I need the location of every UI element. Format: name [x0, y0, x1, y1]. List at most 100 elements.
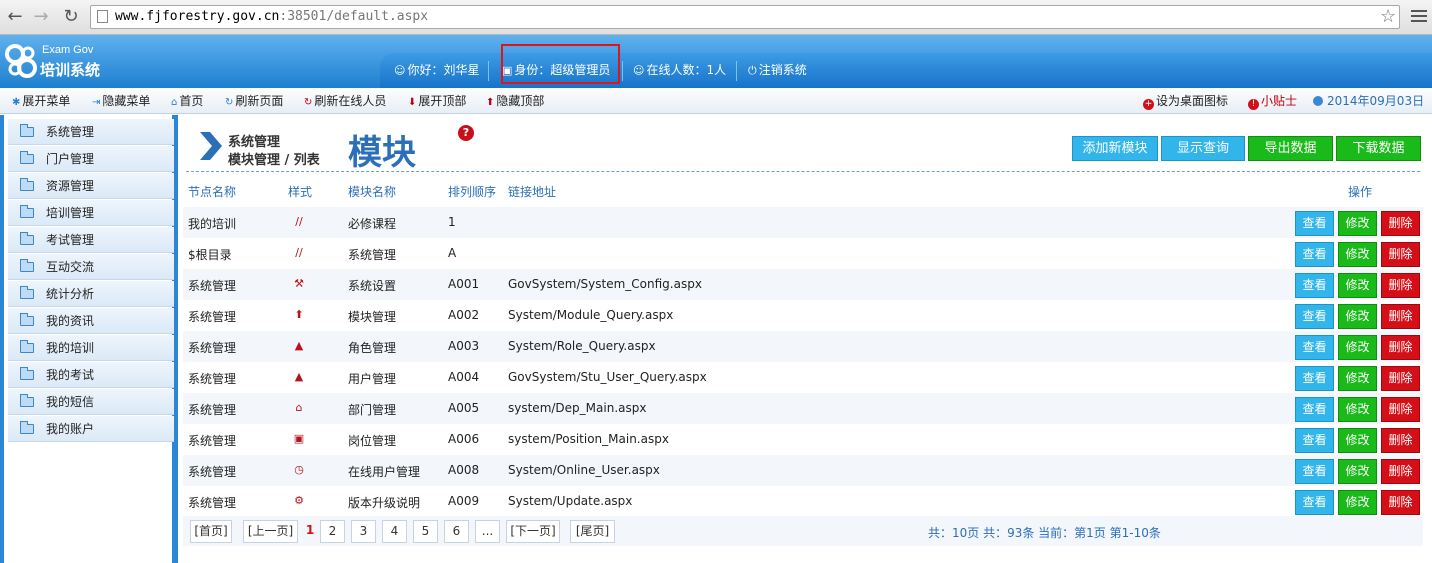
delete-button[interactable]: 删除: [1381, 242, 1420, 267]
delete-button[interactable]: 删除: [1381, 273, 1420, 298]
page-number-current[interactable]: 1: [303, 520, 317, 543]
hide-menu-button[interactable]: ⇥ 隐藏菜单: [92, 88, 150, 114]
browser-chrome: ← → ↻ www.fjforestry.gov.cn:38501/defaul…: [0, 0, 1432, 35]
view-button[interactable]: 查看: [1295, 397, 1334, 422]
cell-node: 系统管理: [188, 372, 237, 386]
sidebar-item-label: 考试管理: [46, 233, 95, 247]
delete-button[interactable]: 删除: [1381, 335, 1420, 360]
hide-menu-label: 隐藏菜单: [102, 94, 151, 108]
view-button[interactable]: 查看: [1295, 304, 1334, 329]
date-display: 2014年09月03日: [1313, 88, 1424, 114]
page-number[interactable]: 6: [444, 520, 469, 543]
toolbar: ✱ 展开菜单 ⇥ 隐藏菜单 ⌂ 首页 ↻ 刷新页面 ↻ 刷新在线人员 ⬇ 展开顶部 ⬆ 隐藏顶…: [0, 88, 1432, 114]
sidebar-item-label: 统计分析: [46, 287, 95, 301]
page-number[interactable]: 5: [413, 520, 438, 543]
show-query-button[interactable]: 显示查询: [1161, 136, 1245, 161]
cell-link: system/Position_Main.aspx: [508, 432, 669, 446]
delete-button[interactable]: 删除: [1381, 366, 1420, 391]
divider: [186, 171, 1420, 172]
view-button[interactable]: 查看: [1295, 211, 1334, 236]
refresh-online-button[interactable]: ↻ 刷新在线人员: [304, 88, 386, 114]
delete-button[interactable]: 删除: [1381, 397, 1420, 422]
folder-icon: [20, 421, 34, 434]
sidebar-item-label: 培训管理: [46, 206, 95, 220]
sidebar-item-portal[interactable]: 门户管理: [8, 146, 174, 172]
export-data-button[interactable]: 导出数据: [1248, 136, 1333, 161]
hide-top-button[interactable]: ⬆ 隐藏顶部: [486, 88, 544, 114]
back-arrow-icon[interactable]: ←: [4, 6, 26, 28]
view-button[interactable]: 查看: [1295, 428, 1334, 453]
expand-menu-button[interactable]: ✱ 展开菜单: [12, 88, 70, 114]
divider: [736, 61, 737, 81]
table-row: 系统管理 ⌂ 部门管理 A005 system/Dep_Main.aspx 查看 修改 删除: [183, 393, 1423, 424]
edit-button[interactable]: 修改: [1338, 242, 1377, 267]
view-button[interactable]: 查看: [1295, 459, 1334, 484]
edit-button[interactable]: 修改: [1338, 490, 1377, 515]
refresh-page-button[interactable]: ↻ 刷新页面: [225, 88, 283, 114]
sidebar-item-training[interactable]: 培训管理: [8, 200, 174, 226]
edit-button[interactable]: 修改: [1338, 335, 1377, 360]
view-button[interactable]: 查看: [1295, 490, 1334, 515]
sidebar-item-my-training[interactable]: 我的培训: [8, 335, 174, 361]
address-bar[interactable]: www.fjforestry.gov.cn:38501/default.aspx: [90, 5, 1400, 29]
sidebar-item-my-sms[interactable]: 我的短信: [8, 389, 174, 415]
slash-icon: ∕∕: [295, 246, 303, 259]
sidebar-item-interaction[interactable]: 互动交流: [8, 254, 174, 280]
delete-button[interactable]: 删除: [1381, 459, 1420, 484]
expand-top-button[interactable]: ⬇ 展开顶部: [408, 88, 466, 114]
table-row: 系统管理 ▲ 用户管理 A004 GovSystem/Stu_User_Query.as…: [183, 362, 1423, 393]
delete-button[interactable]: 删除: [1381, 490, 1420, 515]
browser-menu-icon[interactable]: [1411, 10, 1427, 24]
last-page-button[interactable]: [尾页]: [570, 520, 615, 543]
table-row: 系统管理 ⚙ 版本升级说明 A009 System/Update.aspx 查看 修改 删除: [183, 486, 1423, 517]
cell-module: 必修课程: [348, 217, 397, 231]
sidebar-item-my-account[interactable]: 我的账户: [8, 416, 174, 442]
sidebar-item-my-news[interactable]: 我的资讯: [8, 308, 174, 334]
sidebar-item-label: 我的资讯: [46, 314, 95, 328]
help-icon[interactable]: ?: [458, 125, 474, 141]
view-button[interactable]: 查看: [1295, 366, 1334, 391]
set-desktop-icon-button[interactable]: + 设为桌面图标: [1143, 88, 1228, 114]
delete-button[interactable]: 删除: [1381, 304, 1420, 329]
tips-link[interactable]: ! 小贴士: [1248, 88, 1297, 114]
download-data-button[interactable]: 下载数据: [1336, 136, 1421, 161]
bookmark-star-icon[interactable]: ☆: [1380, 6, 1396, 28]
reload-icon[interactable]: ↻: [60, 6, 82, 28]
edit-button[interactable]: 修改: [1338, 304, 1377, 329]
page-number[interactable]: 2: [320, 520, 345, 543]
forward-arrow-icon[interactable]: →: [30, 6, 52, 28]
prev-page-button[interactable]: [上一页]: [243, 520, 298, 543]
home-button[interactable]: ⌂ 首页: [171, 88, 203, 114]
add-module-button[interactable]: 添加新模块: [1072, 136, 1158, 161]
cell-node: 我的培训: [188, 217, 237, 231]
sidebar-item-resources[interactable]: 资源管理: [8, 173, 174, 199]
page-number[interactable]: 3: [351, 520, 376, 543]
table-row: 系统管理 ▲ 角色管理 A003 System/Role_Query.aspx 查看 修改删…: [183, 331, 1423, 362]
delete-button[interactable]: 删除: [1381, 428, 1420, 453]
logout-link[interactable]: ⏻ 注销系统: [748, 53, 807, 88]
folder-icon: [20, 124, 34, 137]
sidebar-item-my-exams[interactable]: 我的考试: [8, 362, 174, 388]
page-number[interactable]: 4: [382, 520, 407, 543]
sidebar-item-system[interactable]: 系统管理: [8, 119, 174, 145]
edit-button[interactable]: 修改: [1338, 366, 1377, 391]
edit-button[interactable]: 修改: [1338, 428, 1377, 453]
delete-button[interactable]: 删除: [1381, 211, 1420, 236]
edit-button[interactable]: 修改: [1338, 273, 1377, 298]
sidebar-item-exams[interactable]: 考试管理: [8, 227, 174, 253]
view-button[interactable]: 查看: [1295, 273, 1334, 298]
edit-button[interactable]: 修改: [1338, 211, 1377, 236]
sidebar-item-statistics[interactable]: 统计分析: [8, 281, 174, 307]
view-button[interactable]: 查看: [1295, 335, 1334, 360]
next-page-button[interactable]: [下一页]: [506, 520, 560, 543]
refresh-red-icon: ↻: [304, 97, 313, 108]
id-card-icon: ▣: [293, 432, 305, 445]
edit-button[interactable]: 修改: [1338, 459, 1377, 484]
view-button[interactable]: 查看: [1295, 242, 1334, 267]
page-ellipsis[interactable]: ...: [475, 520, 500, 543]
edit-button[interactable]: 修改: [1338, 397, 1377, 422]
hide-top-label: 隐藏顶部: [496, 94, 545, 108]
cell-order: A009: [448, 494, 480, 508]
plus-circle-icon: +: [1143, 99, 1154, 110]
first-page-button[interactable]: [首页]: [190, 520, 232, 543]
